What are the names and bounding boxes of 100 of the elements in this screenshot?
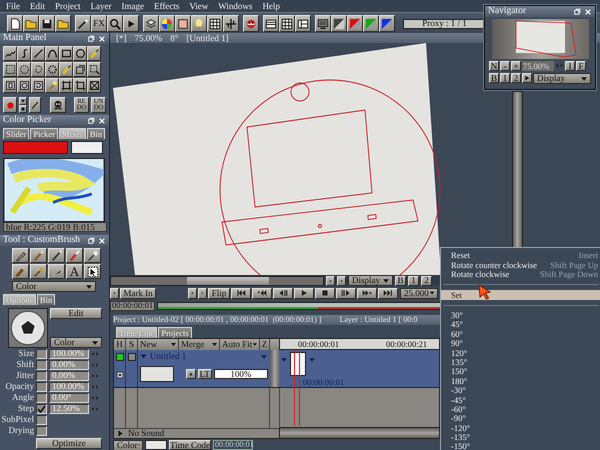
toolbar-button[interactable] (7, 15, 23, 32)
expand-triangle-icon[interactable] (117, 430, 124, 437)
tool-button[interactable] (87, 78, 101, 93)
pin-icon[interactable] (87, 116, 95, 124)
tool-button[interactable] (50, 97, 66, 113)
checkbox[interactable] (36, 404, 47, 414)
caret-icon[interactable] (308, 356, 316, 364)
menu-item[interactable]: -135° (441, 432, 600, 442)
tool-button[interactable] (45, 62, 59, 77)
menu-item[interactable]: 135° (441, 358, 600, 367)
menu-item[interactable]: Image (116, 2, 149, 10)
checkbox[interactable] (36, 382, 47, 392)
tool-button[interactable] (73, 62, 87, 77)
tool-button[interactable] (59, 62, 73, 77)
loop-button[interactable] (198, 288, 207, 298)
tab[interactable]: Slider (3, 128, 30, 139)
mark-in-button[interactable]: Mark In (120, 288, 156, 298)
navigator-button[interactable]: - (500, 61, 510, 71)
toolbar-button[interactable]: FX (91, 15, 107, 32)
toolbar-button[interactable] (315, 15, 331, 32)
transport-button[interactable] (357, 288, 377, 298)
expand-triangle-icon[interactable] (140, 353, 147, 360)
close-icon[interactable] (98, 236, 106, 244)
edit-button[interactable]: Edit (50, 308, 102, 319)
tool-button[interactable] (48, 264, 65, 279)
visibility-toggle[interactable] (116, 353, 124, 361)
layer-scrollbar[interactable] (270, 350, 280, 387)
pin-icon[interactable] (87, 34, 95, 42)
close-icon[interactable] (98, 116, 106, 124)
tool-button[interactable] (84, 264, 101, 279)
tool-button[interactable] (45, 46, 59, 61)
tool-button[interactable] (87, 46, 101, 61)
blend-mode-button[interactable]: LT (198, 369, 212, 379)
navigator-button[interactable] (522, 73, 532, 83)
tool-button[interactable] (17, 62, 31, 77)
tool-button[interactable] (31, 78, 45, 93)
navigator-preview-drawing[interactable] (492, 19, 588, 59)
tool-button[interactable] (30, 248, 47, 263)
menu-item[interactable]: View (184, 2, 214, 10)
menu-item[interactable]: Help (257, 2, 285, 10)
display-dropdown[interactable]: Display (533, 73, 591, 84)
close-icon[interactable] (98, 34, 106, 42)
color-dropdown[interactable]: Color (113, 440, 143, 450)
brush-mode-dropdown[interactable]: Color (12, 281, 96, 292)
toolbar-button[interactable] (55, 15, 71, 32)
tool-button[interactable] (31, 46, 45, 61)
opacity-field[interactable]: 100% (214, 369, 268, 379)
time-code-button[interactable]: Time Code (169, 440, 211, 450)
toolbar-button[interactable] (363, 15, 379, 32)
view-button[interactable]: B (395, 276, 406, 286)
toolbar-button[interactable] (295, 15, 311, 32)
toolbar-button[interactable] (143, 15, 159, 32)
menu-item[interactable]: -120° (441, 423, 600, 433)
toolbar-button[interactable] (191, 15, 207, 32)
transport-button[interactable] (252, 288, 272, 298)
toolbar-button[interactable] (331, 15, 347, 32)
zoom-field[interactable]: 75.00% (522, 61, 554, 71)
tab[interactable]: Projects (158, 327, 192, 338)
toolbar-button[interactable] (347, 15, 363, 32)
layer-row[interactable]: Untitled 1 LT 100% (114, 350, 279, 388)
tool-button[interactable] (19, 97, 27, 105)
menu-item[interactable]: -45° (441, 395, 600, 404)
view-button[interactable]: 2 (421, 276, 432, 286)
tab[interactable]: Bin (36, 294, 56, 305)
menu-item[interactable]: Rotate counter clockwise Shift Page Up (441, 260, 600, 270)
caret-icon[interactable] (280, 356, 288, 364)
menu-item[interactable]: Windows (213, 2, 258, 10)
menu-item[interactable]: -150° (441, 442, 600, 450)
tool-button[interactable] (31, 62, 45, 77)
checkbox[interactable] (36, 426, 47, 436)
toolbar-button[interactable] (223, 15, 239, 32)
navigator-button[interactable]: F (576, 61, 586, 71)
menu-item[interactable]: File (1, 2, 26, 10)
tab[interactable]: Picker (30, 128, 58, 139)
blend-dropdown[interactable]: Color (50, 337, 102, 348)
transport-button[interactable] (336, 288, 356, 298)
toolbar-button[interactable] (279, 15, 295, 32)
tool-button[interactable] (73, 78, 87, 93)
tool-button[interactable] (59, 46, 73, 61)
menu-item[interactable]: Project (50, 2, 86, 10)
tool-button[interactable] (3, 78, 17, 93)
checkbox[interactable] (36, 370, 47, 380)
toolbar-button[interactable] (175, 15, 191, 32)
menu-item[interactable]: 120° (441, 348, 600, 358)
toolbar-button[interactable] (379, 15, 395, 32)
menu-item[interactable]: Rotate clockwise Shift Page Down (441, 270, 600, 280)
primary-color-swatch[interactable] (3, 141, 68, 154)
view-button[interactable]: 1 (408, 276, 419, 286)
checkbox[interactable] (36, 392, 47, 402)
tool-button[interactable] (84, 248, 101, 263)
menu-item[interactable]: 180° (441, 376, 600, 386)
menu-item[interactable]: 90° (441, 338, 600, 348)
close-icon[interactable] (584, 8, 592, 16)
tool-button[interactable] (45, 78, 59, 93)
toolbar-button[interactable] (23, 15, 39, 32)
tool-button[interactable] (3, 62, 17, 77)
transport-button[interactable] (273, 288, 293, 298)
menu-item[interactable]: 150° (441, 366, 600, 376)
paint-mixer-drawing[interactable] (3, 158, 105, 222)
toolbar-button[interactable] (123, 15, 139, 32)
